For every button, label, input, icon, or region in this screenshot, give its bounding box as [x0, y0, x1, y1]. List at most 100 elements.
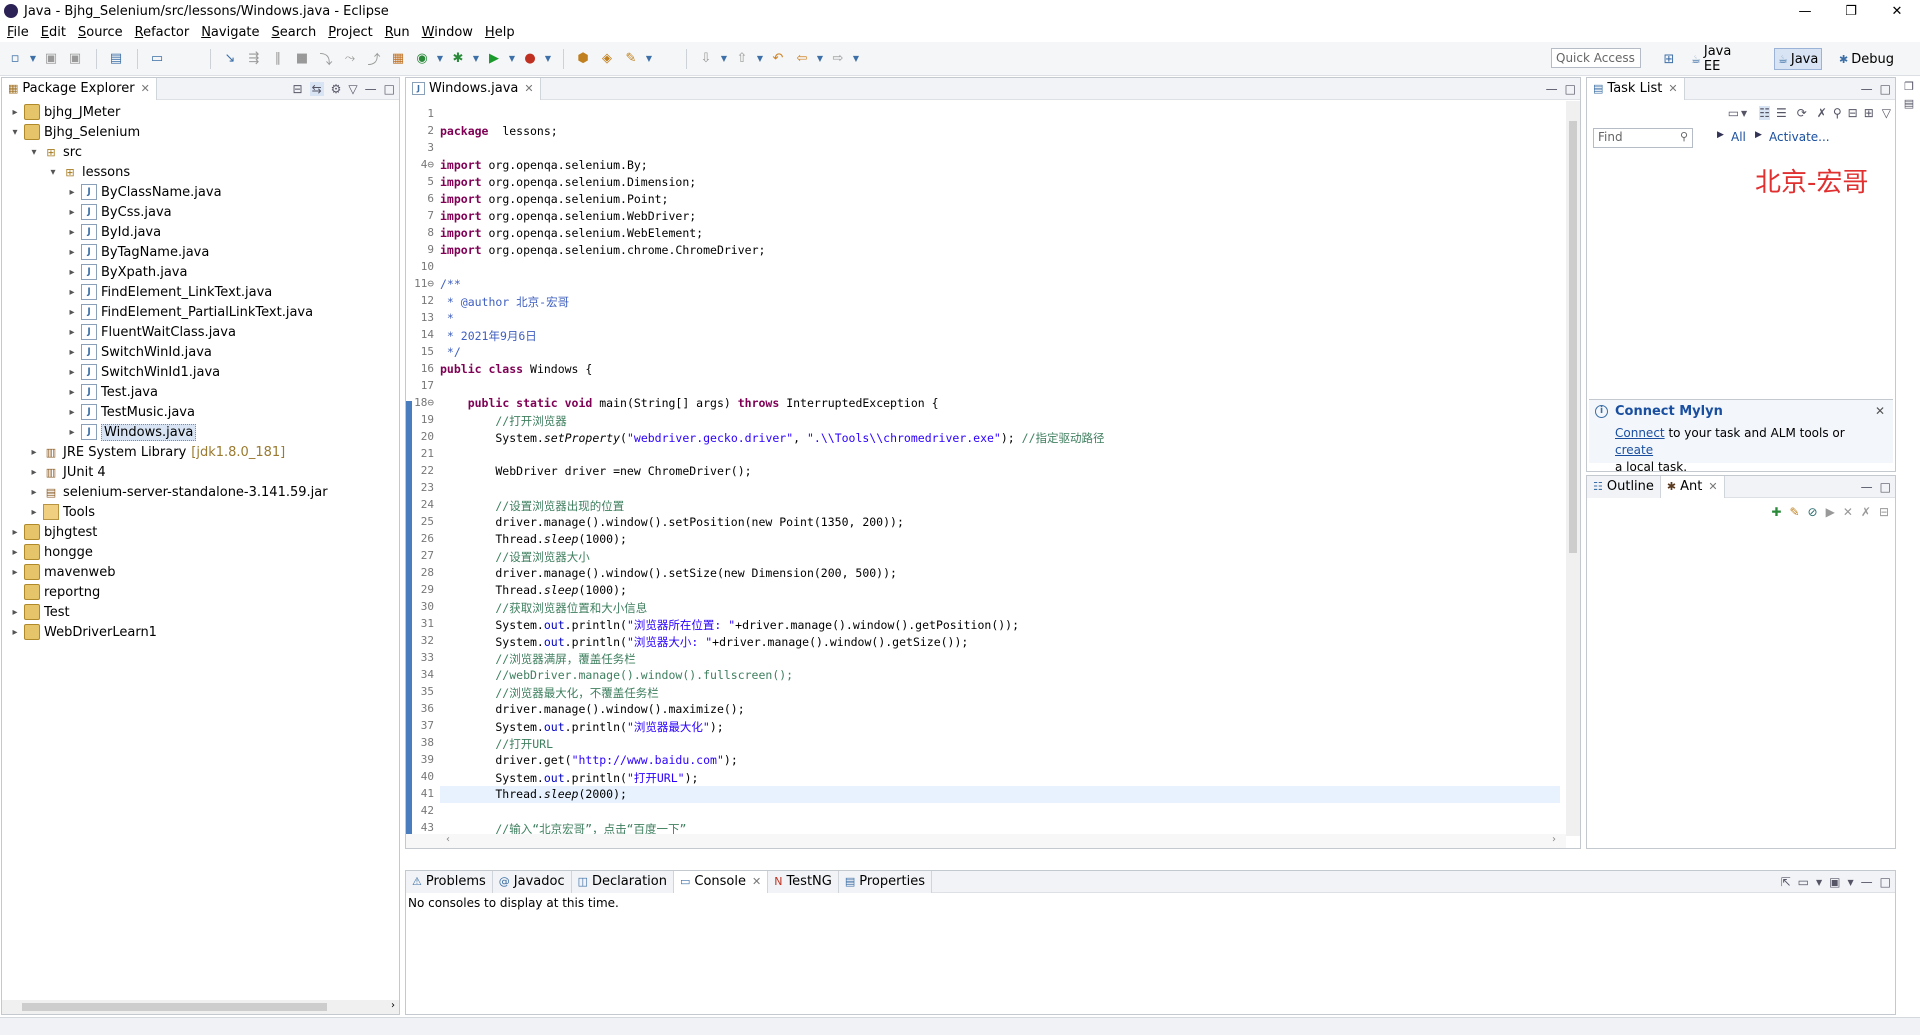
editor-horizontal-scrollbar[interactable]: ‹ ›	[406, 834, 1566, 848]
hide-internal-icon[interactable]: ⊘	[1808, 505, 1818, 519]
close-icon[interactable]: ✕	[141, 82, 150, 95]
remove-all-icon[interactable]: ✗	[1861, 505, 1871, 519]
minimize-view-icon[interactable]: —	[1861, 480, 1873, 494]
menu-window[interactable]: Window	[422, 25, 473, 40]
close-icon[interactable]: ✕	[1668, 82, 1677, 95]
dropdown-icon[interactable]: ▼	[719, 48, 729, 70]
expanded-icon[interactable]: ▾	[46, 167, 60, 178]
new-java-project-icon[interactable]: ▦	[387, 48, 409, 70]
run-icon[interactable]: ▶	[483, 48, 505, 70]
last-edit-icon[interactable]: ↶	[767, 48, 789, 70]
debug-icon[interactable]: ✱	[447, 48, 469, 70]
connect-link[interactable]: Connect	[1615, 426, 1665, 440]
task-list-trim-icon[interactable]: ▤	[1898, 97, 1920, 110]
horizontal-scrollbar[interactable]: ›	[2, 1000, 399, 1014]
collapsed-icon[interactable]: ▸	[65, 247, 79, 258]
dropdown-icon[interactable]: ▼	[543, 48, 553, 70]
quick-access-input[interactable]: Quick Access	[1551, 48, 1641, 68]
tree-item[interactable]: ▸ Test	[2, 602, 399, 622]
tree-item[interactable]: ▸ WebDriverLearn1	[2, 622, 399, 642]
collapsed-icon[interactable]: ▸	[8, 627, 22, 638]
tab-windows-java[interactable]: J Windows.java ✕	[406, 77, 541, 100]
dropdown-icon[interactable]: ▼	[1741, 109, 1747, 118]
pin-console-icon[interactable]: ⇱	[1781, 875, 1791, 889]
tree-item[interactable]: ▸ ▥ JUnit 4	[2, 462, 399, 482]
close-icon[interactable]: ✕	[1708, 480, 1717, 493]
collapsed-icon[interactable]: ▸	[8, 547, 22, 558]
collapsed-icon[interactable]: ▸	[8, 567, 22, 578]
expand-icon[interactable]: ⊞	[1864, 106, 1874, 120]
tree-item[interactable]: ▸ bjhgtest	[2, 522, 399, 542]
resume-icon[interactable]: ⇶	[243, 48, 265, 70]
code-editor[interactable]: 1 2 package lessons; 3 4⊖ import org.openqa.s…	[406, 101, 1566, 834]
expanded-icon[interactable]: ▾	[8, 127, 22, 138]
terminal-icon[interactable]: ▭	[146, 48, 168, 70]
collapsed-icon[interactable]: ▸	[65, 267, 79, 278]
close-icon[interactable]: ✕	[1875, 404, 1885, 418]
minimize-view-icon[interactable]: —	[1861, 875, 1873, 889]
dropdown-icon[interactable]: ▼	[471, 48, 481, 70]
back-icon[interactable]: ⇦	[791, 48, 813, 70]
menu-project[interactable]: Project	[328, 25, 373, 40]
tab-outline[interactable]: ☷ Outline	[1587, 475, 1661, 498]
menu-navigate[interactable]: Navigate	[201, 25, 259, 40]
collapsed-icon[interactable]: ▸	[8, 107, 22, 118]
expanded-icon[interactable]: ▾	[27, 147, 41, 158]
new-task-icon[interactable]: ▭	[1728, 106, 1739, 120]
collapsed-icon[interactable]: ▸	[8, 527, 22, 538]
menu-help[interactable]: Help	[485, 25, 515, 40]
tree-item[interactable]: ▸ J SwitchWinId.java	[2, 342, 399, 362]
maximize-view-icon[interactable]: □	[1565, 82, 1576, 96]
maximize-button[interactable]: ❐	[1828, 0, 1874, 22]
menu-refactor[interactable]: Refactor	[135, 25, 190, 40]
tree-item[interactable]: ▸ ▤ selenium-server-standalone-3.141.59.ja…	[2, 482, 399, 502]
tree-item[interactable]: ▸ J ByClassName.java	[2, 182, 399, 202]
collapsed-icon[interactable]: ▸	[65, 227, 79, 238]
external-tools-icon[interactable]: ●	[519, 48, 541, 70]
tree-item[interactable]: ▸ J Test.java	[2, 382, 399, 402]
tab-javadoc[interactable]: @ Javadoc	[492, 870, 572, 893]
terminate-icon[interactable]: ■	[291, 48, 313, 70]
create-link[interactable]: create	[1615, 443, 1653, 457]
tree-item[interactable]: ▸ J FindElement_LinkText.java	[2, 282, 399, 302]
close-icon[interactable]: ✕	[524, 82, 533, 95]
tab-ant[interactable]: ✱ Ant ✕	[1660, 475, 1725, 498]
maximize-view-icon[interactable]: □	[1880, 82, 1891, 96]
add-buildfile-icon[interactable]: ✚	[1771, 505, 1781, 519]
link-editor-icon[interactable]: ⇆	[309, 82, 324, 96]
maximize-view-icon[interactable]: □	[384, 82, 395, 96]
menu-search[interactable]: Search	[272, 25, 317, 40]
search-icon[interactable]: ✎	[620, 48, 642, 70]
dropdown-icon[interactable]: ▼	[1816, 878, 1822, 887]
collapsed-icon[interactable]: ▸	[65, 187, 79, 198]
tab-console[interactable]: ▭ Console ✕	[673, 870, 769, 893]
remove-icon[interactable]: ✕	[1843, 505, 1853, 519]
tree-item[interactable]: ▸ ▥ JRE System Library [jdk1.8.0_181]	[2, 442, 399, 462]
scheduled-icon[interactable]: ☰	[1776, 106, 1787, 120]
maximize-view-icon[interactable]: □	[1880, 875, 1891, 889]
tree-item[interactable]: reportng	[2, 582, 399, 602]
minimize-view-icon[interactable]: —	[365, 82, 377, 96]
next-annotation-icon[interactable]: ⇩	[695, 48, 717, 70]
tree-item[interactable]: ▸ Tools	[2, 502, 399, 522]
collapse-all-icon[interactable]: ⊟	[293, 82, 303, 96]
collapsed-icon[interactable]: ▸	[27, 447, 41, 458]
tree-item[interactable]: ▸ J SwitchWinId1.java	[2, 362, 399, 382]
dropdown-icon[interactable]: ▼	[507, 48, 517, 70]
view-menu-icon[interactable]: ▽	[348, 82, 357, 96]
menu-file[interactable]: File	[7, 25, 29, 40]
tab-testng[interactable]: N TestNG	[768, 870, 839, 893]
dropdown-icon[interactable]: ▼	[851, 48, 861, 70]
restore-icon[interactable]: ❐	[1898, 80, 1920, 93]
open-console-icon[interactable]: ▣	[1829, 875, 1840, 889]
maximize-view-icon[interactable]: □	[1880, 480, 1891, 494]
open-task-icon[interactable]: ◈	[596, 48, 618, 70]
sync-icon[interactable]: ⟳	[1797, 106, 1807, 120]
collapse-icon[interactable]: ⊟	[1879, 505, 1889, 519]
tab-properties[interactable]: ▤ Properties	[838, 870, 932, 893]
tree-item[interactable]: ▸ mavenweb	[2, 562, 399, 582]
step-return-icon[interactable]: ⤴	[363, 48, 385, 70]
tab-problems[interactable]: ⚠ Problems	[406, 870, 493, 893]
run-target-icon[interactable]: ▶	[1826, 505, 1835, 519]
new-icon[interactable]: ▫	[4, 48, 26, 70]
